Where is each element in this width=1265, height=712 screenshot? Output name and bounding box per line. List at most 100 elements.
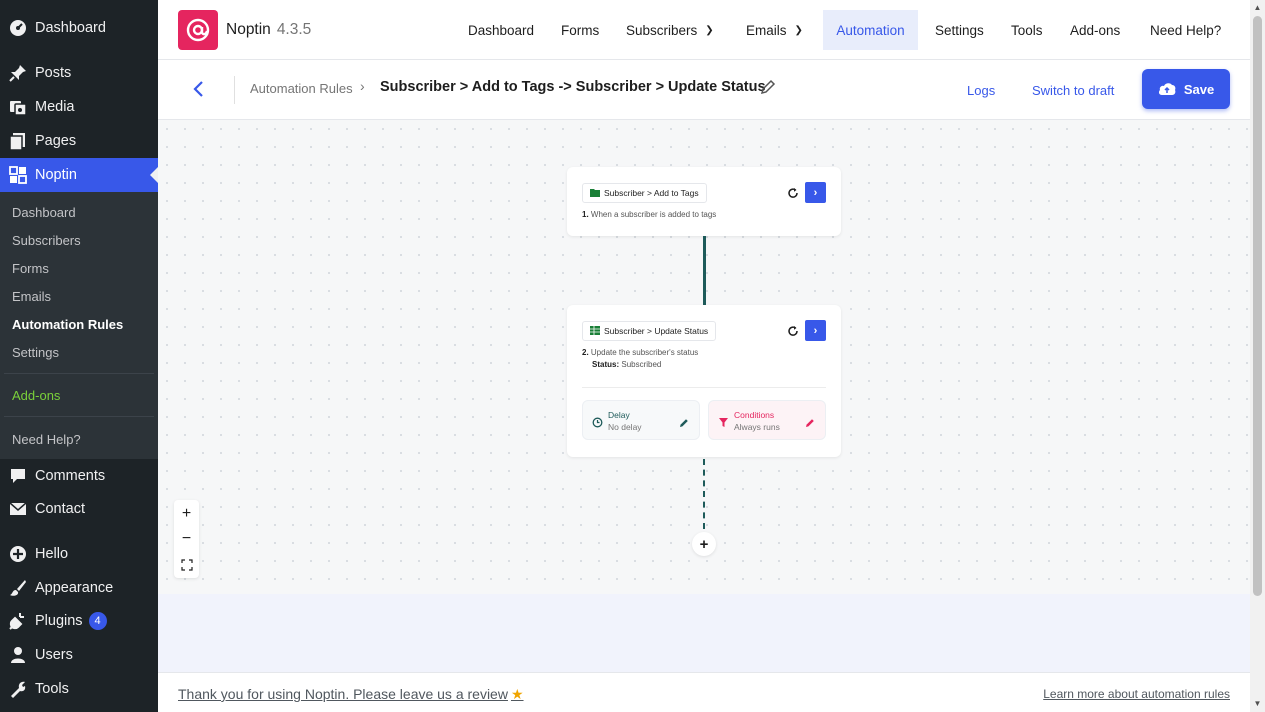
step-number: 2. — [582, 348, 589, 357]
action-desc-text: Update the subscriber's status — [590, 348, 699, 357]
delay-box[interactable]: Delay No delay — [582, 400, 700, 440]
logs-link[interactable]: Logs — [967, 83, 995, 98]
scrollbar-thumb[interactable] — [1253, 16, 1262, 596]
add-step-connector — [703, 459, 705, 529]
nav-emails[interactable]: Emails ❯ — [734, 10, 815, 50]
nav-label: Dashboard — [468, 22, 535, 38]
submenu-dashboard[interactable]: Dashboard — [12, 205, 76, 220]
submenu-divider — [4, 416, 154, 417]
sidebar-item-hello[interactable]: Hello — [0, 537, 158, 571]
sidebar-label: Noptin — [35, 167, 77, 183]
sidebar-label: Contact — [35, 501, 85, 517]
scroll-down-icon[interactable]: ▼ — [1252, 699, 1263, 709]
delay-title: Delay — [608, 410, 630, 420]
refresh-icon[interactable] — [787, 324, 801, 338]
action-label: Subscriber > Update Status — [604, 326, 709, 336]
conditions-box[interactable]: Conditions Always runs — [708, 400, 826, 440]
sidebar-item-plugins[interactable]: Plugins 4 — [0, 604, 158, 638]
open-action-button[interactable]: › — [805, 320, 826, 341]
scroll-up-icon[interactable]: ▲ — [1252, 3, 1263, 13]
canvas-bottom-area — [158, 594, 1250, 672]
paintbrush-icon — [9, 579, 27, 597]
plus-circle-icon — [9, 545, 27, 563]
nav-addons[interactable]: Add-ons — [1058, 10, 1132, 50]
sidebar-item-users[interactable]: Users — [0, 638, 158, 672]
submenu-forms[interactable]: Forms — [12, 261, 49, 276]
chevron-right-icon: › — [813, 186, 818, 199]
review-link[interactable]: Thank you for using Noptin. Please leave… — [178, 686, 524, 703]
brand-title: Noptin 4.3.5 — [226, 21, 311, 39]
submenu-need-help[interactable]: Need Help? — [12, 432, 81, 447]
sidebar-item-noptin[interactable]: Noptin — [0, 158, 158, 192]
sidebar-item-media[interactable]: Media — [0, 90, 158, 124]
plug-icon — [9, 612, 27, 630]
nav-need-help[interactable]: Need Help? — [1138, 10, 1233, 50]
fit-view-icon — [180, 558, 193, 571]
sidebar-item-contact[interactable]: Contact — [0, 492, 158, 526]
nav-subscribers[interactable]: Subscribers ❯ — [614, 10, 726, 50]
sidebar-item-posts[interactable]: Posts — [0, 56, 158, 90]
back-arrow-icon[interactable] — [188, 78, 210, 100]
nav-dashboard[interactable]: Dashboard — [456, 10, 546, 50]
pencil-icon[interactable] — [805, 415, 815, 427]
add-step-button[interactable]: + — [692, 532, 716, 556]
save-button[interactable]: Save — [1142, 69, 1230, 109]
nav-label: Settings — [935, 22, 984, 38]
brand-version: 4.3.5 — [276, 21, 312, 38]
learn-more-link[interactable]: Learn more about automation rules — [1043, 687, 1230, 701]
minus-icon: − — [181, 529, 192, 547]
sidebar-label: Dashboard — [35, 20, 106, 36]
breadcrumb-automation-rules[interactable]: Automation Rules — [250, 81, 353, 96]
action-pill[interactable]: Subscriber > Update Status — [582, 321, 717, 341]
nav-settings[interactable]: Settings — [923, 10, 996, 50]
sidebar-item-tools[interactable]: Tools — [0, 672, 158, 706]
card-divider — [582, 387, 826, 388]
step-number: 1. — [582, 210, 589, 219]
refresh-icon[interactable] — [787, 186, 801, 200]
trigger-card[interactable]: Subscriber > Add to Tags 1. When a subsc… — [567, 167, 841, 236]
submenu-addons[interactable]: Add-ons — [12, 388, 60, 403]
chevron-right-icon: › — [813, 324, 818, 337]
pencil-icon[interactable] — [679, 415, 689, 427]
nav-label: Tools — [1011, 22, 1043, 38]
action-card[interactable]: Subscriber > Update Status 2. Update the… — [567, 305, 841, 457]
submenu-subscribers[interactable]: Subscribers — [12, 233, 81, 248]
editor-header: Automation Rules › Subscriber > Add to T… — [158, 60, 1250, 120]
table-icon — [590, 325, 600, 337]
clock-icon — [592, 415, 603, 428]
sidebar-item-dashboard[interactable]: Dashboard — [0, 11, 158, 45]
sidebar-item-appearance[interactable]: Appearance — [0, 571, 158, 605]
submenu-settings[interactable]: Settings — [12, 345, 59, 360]
nav-tools[interactable]: Tools — [999, 10, 1055, 50]
submenu-emails[interactable]: Emails — [12, 289, 51, 304]
pin-icon — [9, 64, 27, 82]
sidebar-label: Appearance — [35, 580, 114, 596]
pages-icon — [9, 132, 27, 150]
zoom-out-button[interactable]: − — [174, 526, 199, 551]
sidebar-item-comments[interactable]: Comments — [0, 459, 158, 493]
open-trigger-button[interactable]: › — [805, 182, 826, 203]
brand-name: Noptin — [226, 21, 271, 38]
action-description: 2. Update the subscriber's status — [582, 348, 698, 357]
submenu-automation-rules[interactable]: Automation Rules — [12, 317, 123, 332]
review-text: Thank you for using Noptin. Please leave… — [178, 686, 508, 702]
comment-icon — [9, 467, 27, 485]
fit-view-button[interactable] — [174, 552, 199, 577]
trigger-desc-text: When a subscriber is added to tags — [590, 210, 717, 219]
noptin-grid-icon — [9, 166, 27, 184]
nav-label: Forms — [561, 22, 600, 38]
nav-forms[interactable]: Forms — [549, 10, 611, 50]
zoom-in-button[interactable]: + — [174, 501, 199, 526]
pencil-icon[interactable] — [760, 79, 778, 97]
nav-label: Subscribers — [626, 22, 698, 38]
status-key: Status: — [592, 360, 620, 369]
nav-label: Add-ons — [1070, 22, 1121, 38]
sidebar-label: Media — [35, 99, 75, 115]
plus-icon: + — [181, 504, 192, 522]
trigger-pill[interactable]: Subscriber > Add to Tags — [582, 183, 707, 203]
nav-automation[interactable]: Automation — [823, 10, 918, 50]
filter-icon — [718, 415, 729, 427]
noptin-logo[interactable] — [178, 10, 218, 50]
sidebar-item-pages[interactable]: Pages — [0, 124, 158, 158]
switch-to-draft-link[interactable]: Switch to draft — [1032, 83, 1114, 98]
